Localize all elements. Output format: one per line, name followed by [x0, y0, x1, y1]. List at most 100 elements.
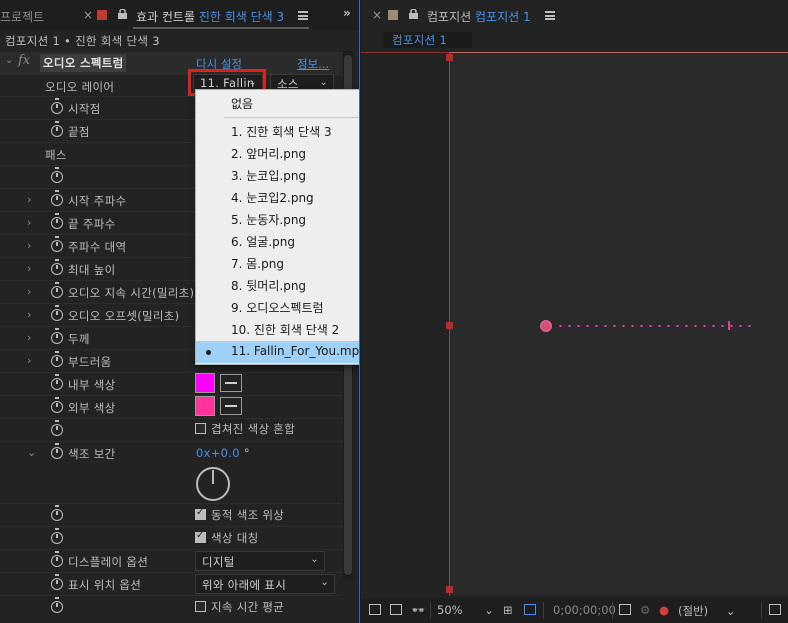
menu-item[interactable]: 8. 뒷머리.png — [196, 274, 359, 296]
stopwatch-icon[interactable] — [51, 420, 63, 436]
inner-color-swatch[interactable] — [195, 373, 215, 393]
region-of-interest-icon[interactable] — [524, 604, 536, 615]
expand-icon[interactable]: › — [27, 193, 31, 206]
menu-item[interactable]: 3. 눈코입.png — [196, 164, 359, 186]
expand-icon[interactable]: › — [27, 285, 31, 298]
stopwatch-icon[interactable] — [51, 98, 63, 114]
path-label: 패스 — [45, 148, 67, 162]
collapse-icon[interactable]: ⌄ — [27, 446, 36, 459]
hue-value[interactable]: 0x+0.0 ° — [196, 446, 250, 460]
stopwatch-icon[interactable] — [51, 351, 63, 367]
menu-item-none[interactable]: 없음 — [196, 92, 359, 114]
outer-color-swatch[interactable] — [195, 396, 215, 416]
hue-angle-dial[interactable] — [196, 467, 230, 501]
eyedropper-icon[interactable] — [220, 374, 242, 392]
stopwatch-icon[interactable] — [51, 551, 63, 567]
blend-label: 겹쳐진 색상 혼합 — [211, 422, 296, 436]
stopwatch-icon[interactable] — [51, 397, 63, 413]
menu-item[interactable]: 7. 몸.png — [196, 252, 359, 274]
layer-handle[interactable] — [446, 322, 453, 329]
stopwatch-icon[interactable] — [51, 305, 63, 321]
tab-effect-controls-layer: 진한 회색 단색 3 — [198, 10, 285, 24]
camera-icon[interactable] — [619, 604, 631, 615]
stopwatch-icon[interactable] — [51, 213, 63, 229]
lock-icon[interactable] — [409, 9, 418, 19]
menu-item[interactable]: 4. 눈코입2.png — [196, 186, 359, 208]
stopwatch-icon[interactable] — [51, 167, 63, 183]
expand-icon[interactable]: › — [27, 308, 31, 321]
tab-project[interactable]: 프로젝트 — [0, 8, 44, 25]
close-icon[interactable]: × — [372, 8, 382, 22]
snapshot-icon[interactable] — [369, 604, 381, 615]
stopwatch-icon[interactable] — [51, 505, 63, 521]
start-freq-label: 시작 주파수 — [68, 194, 127, 208]
zoom-select[interactable]: 50% ⌄ — [437, 603, 494, 617]
menu-item[interactable]: 10. 진한 회색 단색 2 — [196, 318, 359, 340]
stopwatch-icon[interactable] — [51, 574, 63, 590]
composition-sub-tab[interactable]: 컴포지션 1 — [383, 32, 472, 48]
mask-visibility-icon[interactable]: 👓 — [411, 603, 425, 617]
panel-overflow-icon[interactable]: » — [343, 6, 351, 20]
blend-checkbox[interactable] — [195, 423, 206, 434]
hue-interp-label: 색조 보간 — [68, 447, 116, 461]
channel-icon[interactable]: ● — [659, 603, 669, 617]
tab-effect-controls[interactable]: 효과 컨트롤 진한 회색 단색 3 — [136, 8, 284, 25]
duration-avg-label: 지속 시간 평균 — [211, 600, 285, 614]
composition-panel: × 컴포지션 컴포지션 1 컴포지션 1 👓 50% ⌄ ⊞ 0;00;00;0… — [361, 0, 788, 623]
menu-item[interactable]: 5. 눈동자.png — [196, 208, 359, 230]
show-snapshot-icon[interactable]: ⚙ — [640, 603, 650, 617]
panel-menu-icon[interactable] — [545, 11, 555, 20]
composition-viewer[interactable] — [449, 52, 788, 596]
expand-icon[interactable]: › — [27, 354, 31, 367]
grid-icon[interactable]: ⊞ — [503, 603, 513, 617]
display-options-label: 디스플레이 옵션 — [68, 555, 149, 569]
layer-handle[interactable] — [446, 586, 453, 593]
stopwatch-icon[interactable] — [51, 443, 63, 459]
stopwatch-icon[interactable] — [51, 121, 63, 137]
expand-icon[interactable]: › — [27, 262, 31, 275]
collapse-icon[interactable]: ⌄ — [5, 55, 13, 66]
menu-item[interactable]: 6. 얼굴.png — [196, 230, 359, 252]
stopwatch-icon[interactable] — [51, 328, 63, 344]
about-link[interactable]: 정보... — [297, 56, 329, 72]
side-options-label: 표시 위치 옵션 — [68, 578, 142, 592]
menu-item-selected[interactable]: 11. Fallin_For_You.mp3 — [196, 341, 359, 363]
side-options-select[interactable]: 위와 아래에 표시 ⌄ — [195, 574, 335, 594]
dynamic-hue-checkbox[interactable] — [195, 507, 206, 520]
expand-icon[interactable]: › — [27, 216, 31, 229]
stopwatch-icon[interactable] — [51, 236, 63, 252]
eyedropper-icon[interactable] — [220, 397, 242, 415]
chevron-down-icon: ⌄ — [310, 554, 319, 565]
timecode[interactable]: 0;00;00;00 — [553, 603, 616, 617]
stopwatch-icon[interactable] — [51, 190, 63, 206]
panel-menu-icon[interactable] — [298, 11, 308, 20]
stopwatch-icon[interactable] — [51, 528, 63, 544]
close-icon[interactable]: × — [83, 8, 93, 22]
stopwatch-icon[interactable] — [51, 374, 63, 390]
tab-composition[interactable]: 컴포지션 컴포지션 1 — [427, 8, 531, 25]
display-options-value: 디지털 — [202, 555, 235, 569]
end-freq-label: 끝 주파수 — [68, 217, 116, 231]
anchor-point-icon[interactable] — [540, 320, 552, 332]
label-color-icon — [388, 10, 398, 20]
menu-item[interactable]: 9. 오디오스펙트럼 — [196, 296, 359, 318]
expand-icon[interactable]: › — [27, 331, 31, 344]
resolution-select[interactable]: (절반) ⌄ — [678, 603, 735, 619]
expand-icon[interactable]: › — [27, 239, 31, 252]
stopwatch-icon[interactable] — [51, 282, 63, 298]
menu-item[interactable]: 2. 앞머리.png — [196, 142, 359, 164]
hue-degree: ° — [243, 446, 250, 460]
fx-icon[interactable]: fx — [18, 53, 30, 68]
stopwatch-icon[interactable] — [51, 259, 63, 275]
display-options-select[interactable]: 디지털 ⌄ — [195, 551, 325, 571]
menu-item[interactable]: 1. 진한 회색 단색 3 — [196, 120, 359, 142]
lock-icon[interactable] — [118, 9, 127, 19]
color-symmetry-checkbox[interactable] — [195, 530, 206, 543]
thickness-label: 두께 — [68, 332, 90, 346]
fast-preview-icon[interactable] — [769, 604, 781, 615]
duration-avg-checkbox[interactable] — [195, 601, 206, 612]
freq-band-label: 주파수 대역 — [68, 240, 127, 254]
monitor-icon[interactable] — [390, 604, 402, 615]
layer-handle[interactable] — [446, 54, 453, 61]
stopwatch-icon[interactable] — [51, 597, 63, 613]
